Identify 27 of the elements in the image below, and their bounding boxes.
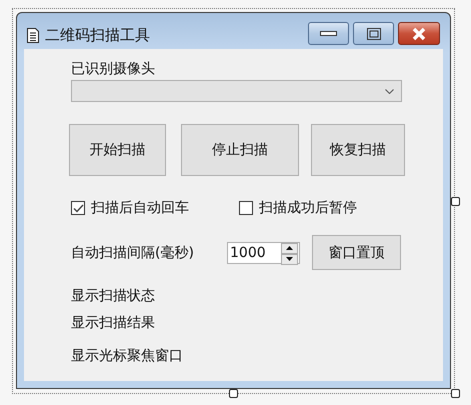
interval-label: 自动扫描间隔(毫秒) xyxy=(71,244,195,262)
pin-on-top-button[interactable]: 窗口置顶 xyxy=(312,235,401,270)
status-label: 显示扫描状态 xyxy=(71,287,156,306)
scan-button[interactable]: 恢复扫描 xyxy=(311,124,405,176)
maximize-icon xyxy=(366,28,380,40)
maximize-button[interactable] xyxy=(353,22,394,45)
spin-up-icon[interactable] xyxy=(281,242,298,254)
minimize-icon xyxy=(320,31,337,36)
close-button[interactable] xyxy=(398,22,440,45)
checkbox[interactable] xyxy=(71,201,85,215)
checkbox-label: 扫描成功后暂停 xyxy=(259,199,357,217)
minimize-button[interactable] xyxy=(308,22,349,45)
status-label: 显示光标聚焦窗口 xyxy=(71,347,184,366)
checkbox-label: 扫描后自动回车 xyxy=(91,199,189,217)
spin-down-icon[interactable] xyxy=(281,254,298,264)
scan-button[interactable]: 开始扫描 xyxy=(69,124,166,176)
camera-label: 已识别摄像头 xyxy=(71,60,156,78)
document-icon xyxy=(27,28,39,43)
checkbox[interactable] xyxy=(239,201,253,215)
status-label: 显示扫描结果 xyxy=(71,314,156,333)
resize-handle[interactable] xyxy=(451,197,460,206)
close-icon xyxy=(411,26,427,40)
scan-button[interactable]: 停止扫描 xyxy=(181,124,299,176)
window-title: 二维码扫描工具 xyxy=(45,26,151,45)
chevron-down-icon xyxy=(385,88,394,94)
resize-handle[interactable] xyxy=(451,389,460,398)
resize-handle[interactable] xyxy=(229,389,238,398)
